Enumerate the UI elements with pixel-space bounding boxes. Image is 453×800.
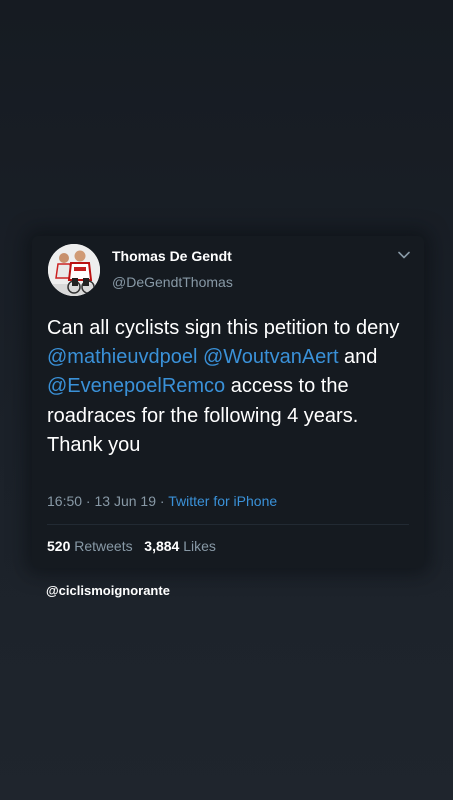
divider [47,524,409,525]
mention-link[interactable]: @EvenepoelRemco [47,375,225,397]
meta-separator: · [156,493,169,509]
likes-stat[interactable]: 3,884 Likes [144,538,216,554]
retweets-count: 520 [47,538,71,554]
tweet-card: Thomas De Gendt @DeGendtThomas Can all c… [32,236,424,568]
meta-separator: · [82,493,95,509]
mention-link[interactable]: @mathieuvdpoel [47,346,197,368]
avatar-image [48,244,100,296]
tweet-text-part: Can all cyclists sign this petition to d… [47,317,400,339]
retweets-label: Retweets [74,538,133,554]
tweet-stats: 520 Retweets 3,884 Likes [47,538,216,554]
display-name[interactable]: Thomas De Gendt [112,248,232,264]
tweet-date: 13 Jun 19 [94,493,157,509]
chevron-down-icon[interactable] [397,250,411,260]
tweet-meta: 16:50 · 13 Jun 19 · Twitter for iPhone [47,493,277,509]
avatar[interactable] [48,244,100,296]
user-handle[interactable]: @DeGendtThomas [112,274,233,290]
tweet-text: Can all cyclists sign this petition to d… [47,314,417,460]
watermark: @ciclismoignorante [46,583,170,598]
mention-link[interactable]: @WoutvanAert [203,346,339,368]
likes-label: Likes [183,538,216,554]
likes-count: 3,884 [144,538,180,554]
tweet-text-part: and [338,346,378,369]
retweets-stat[interactable]: 520 Retweets [47,538,133,554]
tweet-time: 16:50 [47,493,83,509]
tweet-source-link[interactable]: Twitter for iPhone [168,493,277,509]
